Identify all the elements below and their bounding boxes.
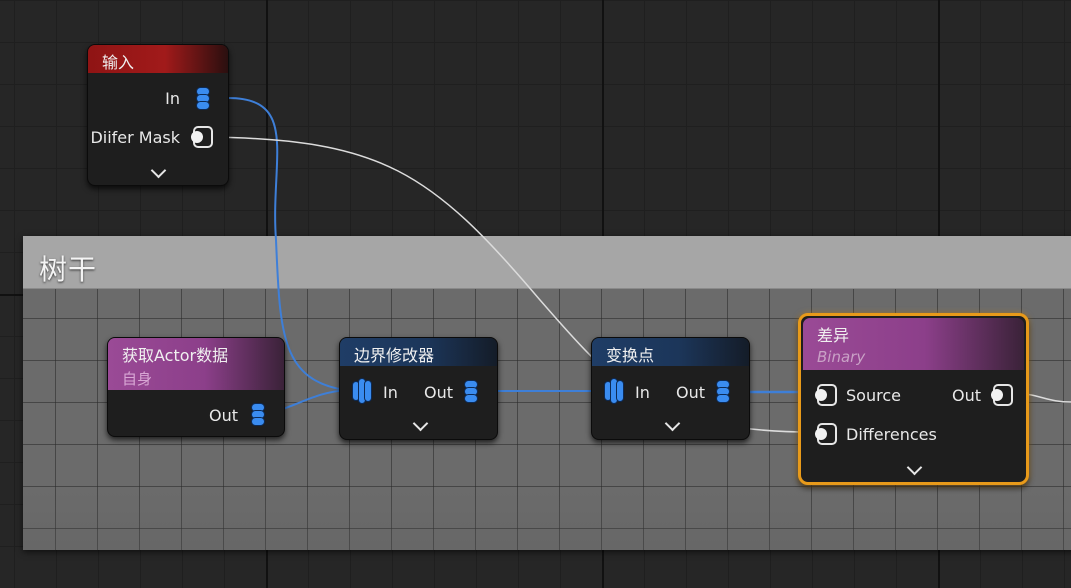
node-difference-title: 差异 (817, 326, 850, 345)
pin-differences-label: Differences (846, 425, 937, 444)
node-get-actor-subtitle: 自身 (122, 370, 153, 388)
point-data-stack-pin-icon[interactable] (604, 378, 626, 404)
point-data-pin-icon[interactable] (251, 403, 265, 427)
pin-out-label: Out (952, 386, 982, 405)
pin-source-label: Source (846, 386, 901, 405)
chevron-down-icon[interactable] (906, 459, 923, 476)
point-data-pin-icon[interactable] (716, 380, 730, 404)
pin-in-label: In (635, 383, 650, 402)
comment-fade (23, 490, 1071, 550)
node-get-actor-header[interactable]: 获取Actor数据 自身 (108, 338, 284, 390)
node-difference-subtitle: Binary (817, 348, 866, 366)
node-transform-header[interactable]: 变换点 (592, 338, 749, 366)
pin-in-label: In (383, 383, 398, 402)
node-input-header[interactable]: 输入 (88, 45, 228, 73)
spatial-pin-icon[interactable] (815, 423, 837, 445)
point-data-stack-pin-icon[interactable] (352, 378, 374, 404)
node-input-title: 输入 (102, 53, 135, 72)
spatial-pin-icon[interactable] (991, 384, 1013, 406)
comment-header[interactable]: 树干 (23, 236, 1071, 289)
node-bounds-title: 边界修改器 (354, 346, 435, 365)
comment-title: 树干 (39, 253, 98, 286)
chevron-down-icon[interactable] (412, 415, 429, 432)
pin-out-label: Out (208, 406, 238, 425)
pin-out-label: Out (676, 383, 706, 402)
node-difference[interactable]: 差异 Binary Source Out Differences (798, 313, 1029, 485)
node-input[interactable]: 输入 In Diifer Mask (87, 44, 229, 186)
node-transform-points[interactable]: 变换点 In Out (591, 337, 750, 440)
chevron-down-icon[interactable] (664, 415, 681, 432)
node-bounds-modifier[interactable]: 边界修改器 In Out (339, 337, 498, 440)
pin-mask-label: Diifer Mask (90, 128, 180, 147)
node-difference-header[interactable]: 差异 Binary (803, 318, 1024, 370)
point-data-pin-icon[interactable] (464, 380, 478, 404)
spatial-pin-icon[interactable] (815, 384, 837, 406)
chevron-down-icon[interactable] (150, 162, 167, 179)
node-get-actor-title: 获取Actor数据 (122, 346, 229, 365)
point-data-pin-icon[interactable] (196, 87, 210, 111)
node-bounds-header[interactable]: 边界修改器 (340, 338, 497, 366)
node-transform-title: 变换点 (606, 346, 655, 365)
pin-in-label: In (165, 89, 180, 108)
spatial-pin-icon[interactable] (191, 126, 213, 148)
node-get-actor-data[interactable]: 获取Actor数据 自身 Out (107, 337, 285, 437)
pin-out-label: Out (424, 383, 454, 402)
